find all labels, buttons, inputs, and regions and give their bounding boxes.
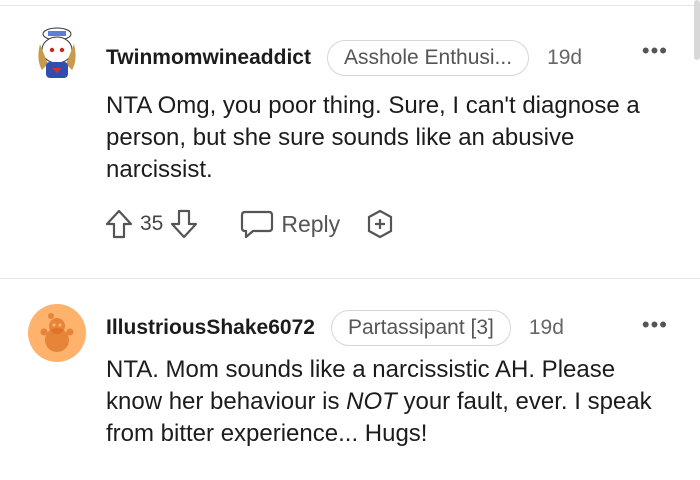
comment-age: 19d	[528, 316, 564, 339]
vote-score: 35	[140, 212, 164, 235]
user-flair: Asshole Enthusi...	[326, 40, 530, 76]
avatar[interactable]	[28, 24, 86, 82]
comment-age: 19d	[547, 46, 583, 69]
downvote-icon[interactable]	[169, 208, 199, 240]
reply-button[interactable]: Reply	[239, 208, 340, 240]
user-flair: Partassipant [3]	[330, 310, 511, 346]
username[interactable]: Twinmomwineaddict	[106, 46, 311, 70]
comment-meta: IllustriousShake6072 Partassipant [3] 19…	[106, 310, 564, 346]
top-divider	[0, 5, 700, 6]
comment-meta: Twinmomwineaddict Asshole Enthusi... 19d	[106, 40, 582, 76]
more-options-icon[interactable]: •••	[642, 312, 668, 338]
comment-actions: 35 Reply	[104, 204, 396, 244]
avatar[interactable]	[28, 304, 86, 362]
upvote-icon[interactable]	[104, 208, 134, 240]
more-options-icon[interactable]: •••	[642, 38, 668, 64]
reply-label: Reply	[281, 210, 341, 237]
comment-body: NTA Omg, you poor thing. Sure, I can't d…	[106, 92, 640, 183]
emphasis-text: NOT	[346, 388, 397, 415]
comment-body: NTA. Mom sounds like a narcissistic AH. …	[106, 354, 666, 450]
username[interactable]: IllustriousShake6072	[106, 316, 315, 340]
comment-divider	[0, 278, 700, 279]
reply-icon	[239, 208, 275, 240]
award-icon[interactable]	[364, 208, 396, 240]
scrollbar[interactable]	[694, 0, 700, 60]
